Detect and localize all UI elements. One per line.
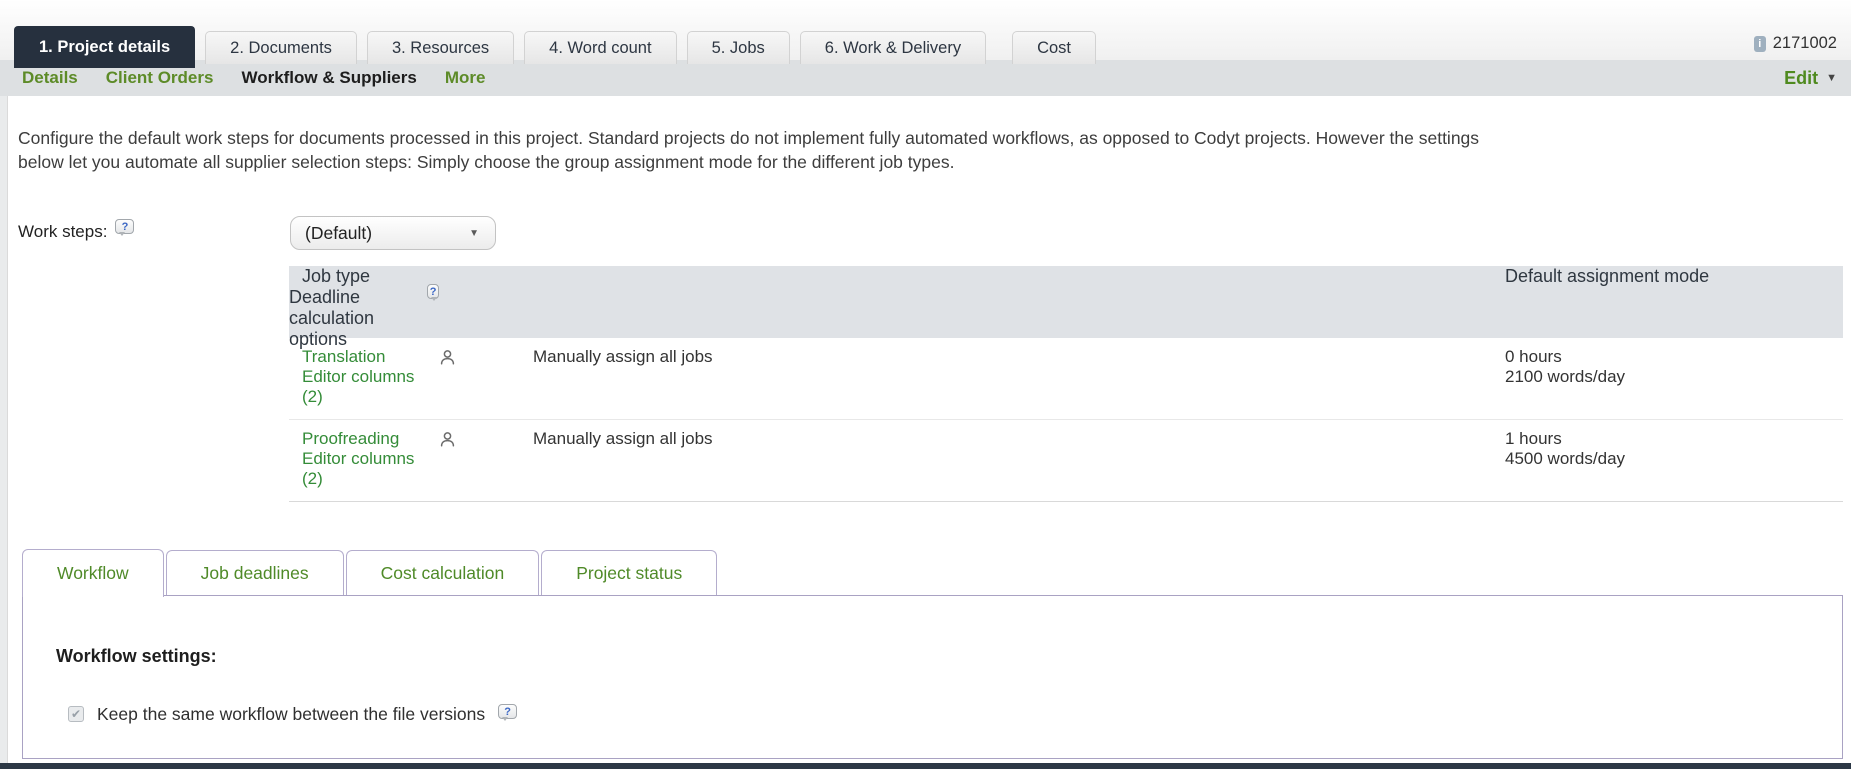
work-steps-label: Work steps: bbox=[18, 222, 107, 242]
tab-label: 4. Word count bbox=[549, 39, 651, 58]
left-page-strip bbox=[0, 96, 8, 763]
assignment-mode-cell: Manually assign all jobs bbox=[533, 347, 1505, 407]
subnav-links: Details Client Orders Workflow & Supplie… bbox=[22, 68, 485, 88]
job-type-cell: Translation Editor columns (2) bbox=[289, 347, 439, 407]
job-type-link[interactable]: Proofreading bbox=[302, 429, 439, 449]
bottom-edge-strip bbox=[0, 763, 1851, 769]
subnav-item-details[interactable]: Details bbox=[22, 68, 78, 88]
intro-text: Configure the default work steps for doc… bbox=[18, 126, 1514, 174]
tab-documents[interactable]: 2. Documents bbox=[205, 31, 357, 64]
help-icon[interactable]: ? bbox=[498, 704, 517, 719]
person-icon bbox=[439, 349, 456, 366]
tab-label: Project status bbox=[576, 563, 682, 584]
tab-label: 5. Jobs bbox=[712, 39, 765, 58]
editor-columns-link[interactable]: Editor columns (2) bbox=[302, 449, 439, 489]
subnav-item-more[interactable]: More bbox=[445, 68, 486, 88]
tab-label: 6. Work & Delivery bbox=[825, 39, 961, 58]
tab-work-delivery[interactable]: 6. Work & Delivery bbox=[800, 31, 986, 64]
job-types-table: Job type Default assignment mode Deadlin… bbox=[289, 266, 1843, 502]
tab-cost-calculation[interactable]: Cost calculation bbox=[346, 550, 540, 595]
tab-label: 1. Project details bbox=[39, 38, 170, 57]
work-steps-selected-value: (Default) bbox=[305, 223, 469, 244]
work-steps-dropdown[interactable]: (Default) ▼ bbox=[290, 216, 496, 250]
tab-workflow[interactable]: Workflow bbox=[22, 549, 164, 597]
table-row-proofreading: Proofreading Editor columns (2) Manually… bbox=[289, 420, 1843, 501]
workflow-settings-heading: Workflow settings: bbox=[56, 646, 217, 667]
edit-button[interactable]: Edit bbox=[1784, 68, 1818, 89]
column-header-assignment: Default assignment mode bbox=[1505, 266, 1843, 287]
assignment-icon-cell bbox=[439, 347, 533, 407]
tab-word-count[interactable]: 4. Word count bbox=[524, 31, 676, 64]
keep-workflow-label: Keep the same workflow between the file … bbox=[97, 704, 485, 725]
project-tabstrip: 1. Project details 2. Documents 3. Resou… bbox=[14, 0, 1106, 64]
column-header-deadline-label: Deadline calculation options bbox=[289, 287, 419, 350]
workflow-settings-panel: Workflow settings: ✔ Keep the same workf… bbox=[22, 595, 1843, 759]
deadline-hours: 1 hours bbox=[1505, 429, 1843, 449]
subnav-bar: Details Client Orders Workflow & Supplie… bbox=[0, 60, 1851, 96]
help-icon[interactable]: ? bbox=[115, 219, 134, 234]
keep-workflow-row: ✔ Keep the same workflow between the fil… bbox=[68, 704, 517, 725]
tab-jobs[interactable]: 5. Jobs bbox=[687, 31, 790, 64]
dropdown-caret-icon[interactable]: ▼ bbox=[469, 228, 479, 239]
tab-label: Job deadlines bbox=[201, 563, 309, 584]
job-type-cell: Proofreading Editor columns (2) bbox=[289, 429, 439, 489]
deadline-words-per-day: 4500 words/day bbox=[1505, 449, 1843, 469]
project-details-page: 1. Project details 2. Documents 3. Resou… bbox=[0, 0, 1851, 769]
tab-job-deadlines[interactable]: Job deadlines bbox=[166, 550, 344, 595]
tab-project-details[interactable]: 1. Project details bbox=[14, 26, 195, 68]
edit-menu[interactable]: Edit ▼ bbox=[1784, 60, 1837, 96]
chevron-down-icon[interactable]: ▼ bbox=[1826, 72, 1837, 84]
column-header-job-type: Job type bbox=[289, 266, 533, 287]
editor-columns-link[interactable]: Editor columns (2) bbox=[302, 367, 439, 407]
assignment-icon-cell bbox=[439, 429, 533, 489]
tab-label: 3. Resources bbox=[392, 39, 489, 58]
project-number: 2171002 bbox=[1773, 34, 1837, 53]
tab-label: Cost bbox=[1037, 39, 1071, 58]
tab-resources[interactable]: 3. Resources bbox=[367, 31, 514, 64]
subnav-item-client-orders[interactable]: Client Orders bbox=[106, 68, 214, 88]
column-header-deadline: Deadline calculation options ? bbox=[289, 287, 439, 350]
deadline-hours: 0 hours bbox=[1505, 347, 1843, 367]
tab-label: Workflow bbox=[57, 563, 129, 584]
deadline-cell: 0 hours 2100 words/day bbox=[1505, 347, 1843, 407]
person-icon bbox=[439, 431, 456, 448]
help-icon[interactable]: ? bbox=[427, 284, 439, 299]
tab-label: 2. Documents bbox=[230, 39, 332, 58]
tab-cost[interactable]: Cost bbox=[1012, 31, 1096, 64]
table-row-translation: Translation Editor columns (2) Manually … bbox=[289, 338, 1843, 420]
tab-label: Cost calculation bbox=[381, 563, 505, 584]
keep-workflow-checkbox[interactable]: ✔ bbox=[68, 706, 84, 722]
info-icon[interactable]: i bbox=[1754, 36, 1766, 52]
assignment-mode-cell: Manually assign all jobs bbox=[533, 429, 1505, 489]
project-id-area: i 2171002 bbox=[1754, 34, 1837, 53]
table-header-row: Job type Default assignment mode Deadlin… bbox=[289, 266, 1843, 338]
deadline-words-per-day: 2100 words/day bbox=[1505, 367, 1843, 387]
work-steps-label-row: Work steps: ? bbox=[18, 222, 134, 242]
tab-project-status[interactable]: Project status bbox=[541, 550, 717, 595]
subnav-item-workflow-suppliers[interactable]: Workflow & Suppliers bbox=[241, 68, 416, 88]
deadline-cell: 1 hours 4500 words/day bbox=[1505, 429, 1843, 489]
job-type-link[interactable]: Translation bbox=[302, 347, 439, 367]
settings-tabstrip: Workflow Job deadlines Cost calculation … bbox=[22, 549, 719, 595]
